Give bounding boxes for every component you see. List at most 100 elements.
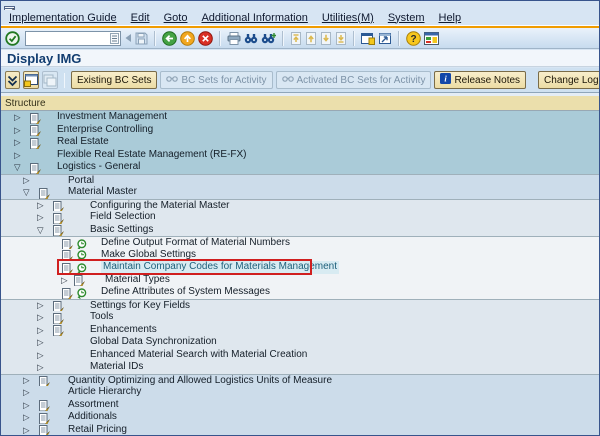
expand-arrow-icon[interactable]: ▷ xyxy=(37,326,44,335)
expand-arrow-icon[interactable]: ▷ xyxy=(37,313,44,322)
expand-arrow-icon[interactable]: ▽ xyxy=(37,226,44,235)
customize-layout-button[interactable] xyxy=(424,32,439,45)
tree-item-label[interactable]: Maintain Company Codes for Materials Man… xyxy=(101,261,339,274)
expand-node-button[interactable] xyxy=(5,71,20,89)
expand-arrow-icon[interactable]: ▷ xyxy=(37,363,44,372)
release-notes-button[interactable]: i Release Notes xyxy=(434,71,526,89)
expand-arrow-icon[interactable]: ▽ xyxy=(23,188,30,197)
expand-arrow-icon[interactable]: ▷ xyxy=(23,426,30,435)
tree-item-label[interactable]: Enhancements xyxy=(90,324,157,337)
tree-item[interactable]: ▷ Enhanced Material Search with Material… xyxy=(1,349,599,362)
expand-arrow-icon[interactable]: ▷ xyxy=(37,301,44,310)
change-log-button[interactable]: Change Log xyxy=(538,71,600,89)
expand-arrow-icon[interactable]: ▷ xyxy=(37,213,44,222)
menu-help[interactable]: Help xyxy=(439,12,462,24)
new-session-button[interactable] xyxy=(361,32,375,45)
menu-goto[interactable]: Goto xyxy=(164,12,188,24)
menu-edit[interactable]: Edit xyxy=(131,12,150,24)
tree-item[interactable]: ▷ Material Types xyxy=(1,274,599,287)
tree-item-label[interactable]: Define Attributes of System Messages xyxy=(101,286,270,299)
tree-item[interactable]: ▷ Retail Pricing xyxy=(1,424,599,436)
tree-item[interactable]: ▷ Quantity Optimizing and Allowed Logist… xyxy=(1,374,599,387)
cancel-button[interactable] xyxy=(198,31,213,46)
expand-arrow-icon[interactable]: ▷ xyxy=(23,413,30,422)
tree-item[interactable]: ▷ Settings for Key Fields xyxy=(1,299,599,312)
tree-item-label[interactable]: Enterprise Controlling xyxy=(57,124,153,137)
expand-arrow-icon[interactable]: ▷ xyxy=(23,376,30,385)
tree-item[interactable]: ▷ Field Selection xyxy=(1,211,599,224)
tree-item-label[interactable]: Logistics - General xyxy=(57,161,140,174)
tree-item[interactable]: ▷ Enterprise Controlling xyxy=(1,124,599,137)
menu-implementation-guide[interactable]: Implementation Guide xyxy=(9,12,117,24)
tree-item[interactable]: Define Attributes of System Messages xyxy=(1,286,599,299)
tree-item[interactable]: ▽ Logistics - General xyxy=(1,161,599,174)
previous-page-button[interactable] xyxy=(305,32,317,45)
tree-item-label[interactable]: Field Selection xyxy=(90,211,156,224)
tree-item-label[interactable]: Tools xyxy=(90,311,113,324)
tree-item[interactable]: Maintain Company Codes for Materials Man… xyxy=(1,261,599,274)
tree-item[interactable]: ▷ Article Hierarchy xyxy=(1,386,599,399)
expand-arrow-icon[interactable]: ▷ xyxy=(14,138,21,147)
enter-button[interactable] xyxy=(5,31,20,46)
tree-item-label[interactable]: Material Master xyxy=(68,186,137,199)
command-history-icon[interactable] xyxy=(110,33,120,44)
tree-item[interactable]: ▷ Tools xyxy=(1,311,599,324)
last-page-button[interactable] xyxy=(335,32,347,45)
save-button[interactable] xyxy=(135,32,148,45)
bc-sets-for-activity-button[interactable]: BC Sets for Activity xyxy=(160,71,272,89)
tree-item-label[interactable]: Flexible Real Estate Management (RE-FX) xyxy=(57,149,247,162)
tree-item[interactable]: Make Global Settings xyxy=(1,249,599,262)
tree-item-label[interactable]: Material Types xyxy=(105,274,170,287)
menu-additional-information[interactable]: Additional Information xyxy=(201,12,307,24)
tree-item-label[interactable]: Additionals xyxy=(68,411,117,424)
help-button[interactable]: ? xyxy=(406,31,421,46)
expand-arrow-icon[interactable]: ▷ xyxy=(14,151,21,160)
back-button[interactable] xyxy=(162,31,177,46)
tree-item[interactable]: Define Output Format of Material Numbers xyxy=(1,236,599,249)
tree-item-label[interactable]: Real Estate xyxy=(57,136,109,149)
command-input[interactable] xyxy=(26,33,110,44)
expand-arrow-icon[interactable]: ▽ xyxy=(14,163,21,172)
tree-item[interactable]: ▷ Assortment xyxy=(1,399,599,412)
exit-button[interactable] xyxy=(180,31,195,46)
find-next-button[interactable] xyxy=(261,32,276,44)
print-button[interactable] xyxy=(227,32,241,45)
hide-command-field-icon[interactable] xyxy=(124,33,132,43)
tree-item[interactable]: ▷ Additionals xyxy=(1,411,599,424)
tree-item-label[interactable]: Article Hierarchy xyxy=(68,386,141,399)
first-page-button[interactable] xyxy=(290,32,302,45)
tree-item-label[interactable]: Global Data Synchronization xyxy=(90,336,217,349)
expand-arrow-icon[interactable]: ▷ xyxy=(61,276,68,285)
tree-item[interactable]: ▷ Flexible Real Estate Management (RE-FX… xyxy=(1,149,599,162)
tree-item[interactable]: ▽ Basic Settings xyxy=(1,224,599,237)
expand-arrow-icon[interactable]: ▷ xyxy=(37,201,44,210)
tree-item-label[interactable]: Make Global Settings xyxy=(101,249,196,262)
tree-item[interactable]: ▷ Enhancements xyxy=(1,324,599,337)
find-button[interactable] xyxy=(244,32,258,44)
tree-item[interactable]: ▷ Real Estate xyxy=(1,136,599,149)
expand-arrow-icon[interactable]: ▷ xyxy=(23,388,30,397)
copy-nodes-button[interactable] xyxy=(42,71,58,89)
expand-arrow-icon[interactable]: ▷ xyxy=(23,176,30,185)
next-page-button[interactable] xyxy=(320,32,332,45)
position-button[interactable] xyxy=(23,71,39,89)
activated-bc-sets-for-activity-button[interactable]: Activated BC Sets for Activity xyxy=(276,71,432,89)
menu-utilities[interactable]: Utilities(M) xyxy=(322,12,374,24)
tree-item[interactable]: ▽ Material Master xyxy=(1,186,599,199)
tree-item[interactable]: ▷ Material IDs xyxy=(1,361,599,374)
expand-arrow-icon[interactable]: ▷ xyxy=(37,351,44,360)
tree-item[interactable]: ▷ Investment Management xyxy=(1,111,599,124)
expand-arrow-icon[interactable]: ▷ xyxy=(14,126,21,135)
tree-item-label[interactable]: Enhanced Material Search with Material C… xyxy=(90,349,307,362)
tree-item-label[interactable]: Assortment xyxy=(68,399,119,412)
tree-item-label[interactable]: Investment Management xyxy=(57,111,167,124)
expand-arrow-icon[interactable]: ▷ xyxy=(37,338,44,347)
tree-item[interactable]: ▷ Global Data Synchronization xyxy=(1,336,599,349)
tree-item-label[interactable]: Basic Settings xyxy=(90,224,153,237)
tree-item[interactable]: ▷ Portal xyxy=(1,174,599,187)
expand-arrow-icon[interactable]: ▷ xyxy=(14,113,21,122)
existing-bc-sets-button[interactable]: Existing BC Sets xyxy=(71,71,157,89)
expand-arrow-icon[interactable]: ▷ xyxy=(23,401,30,410)
tree-item[interactable]: ▷ Configuring the Material Master xyxy=(1,199,599,212)
tree-item-label[interactable]: Material IDs xyxy=(90,361,143,374)
